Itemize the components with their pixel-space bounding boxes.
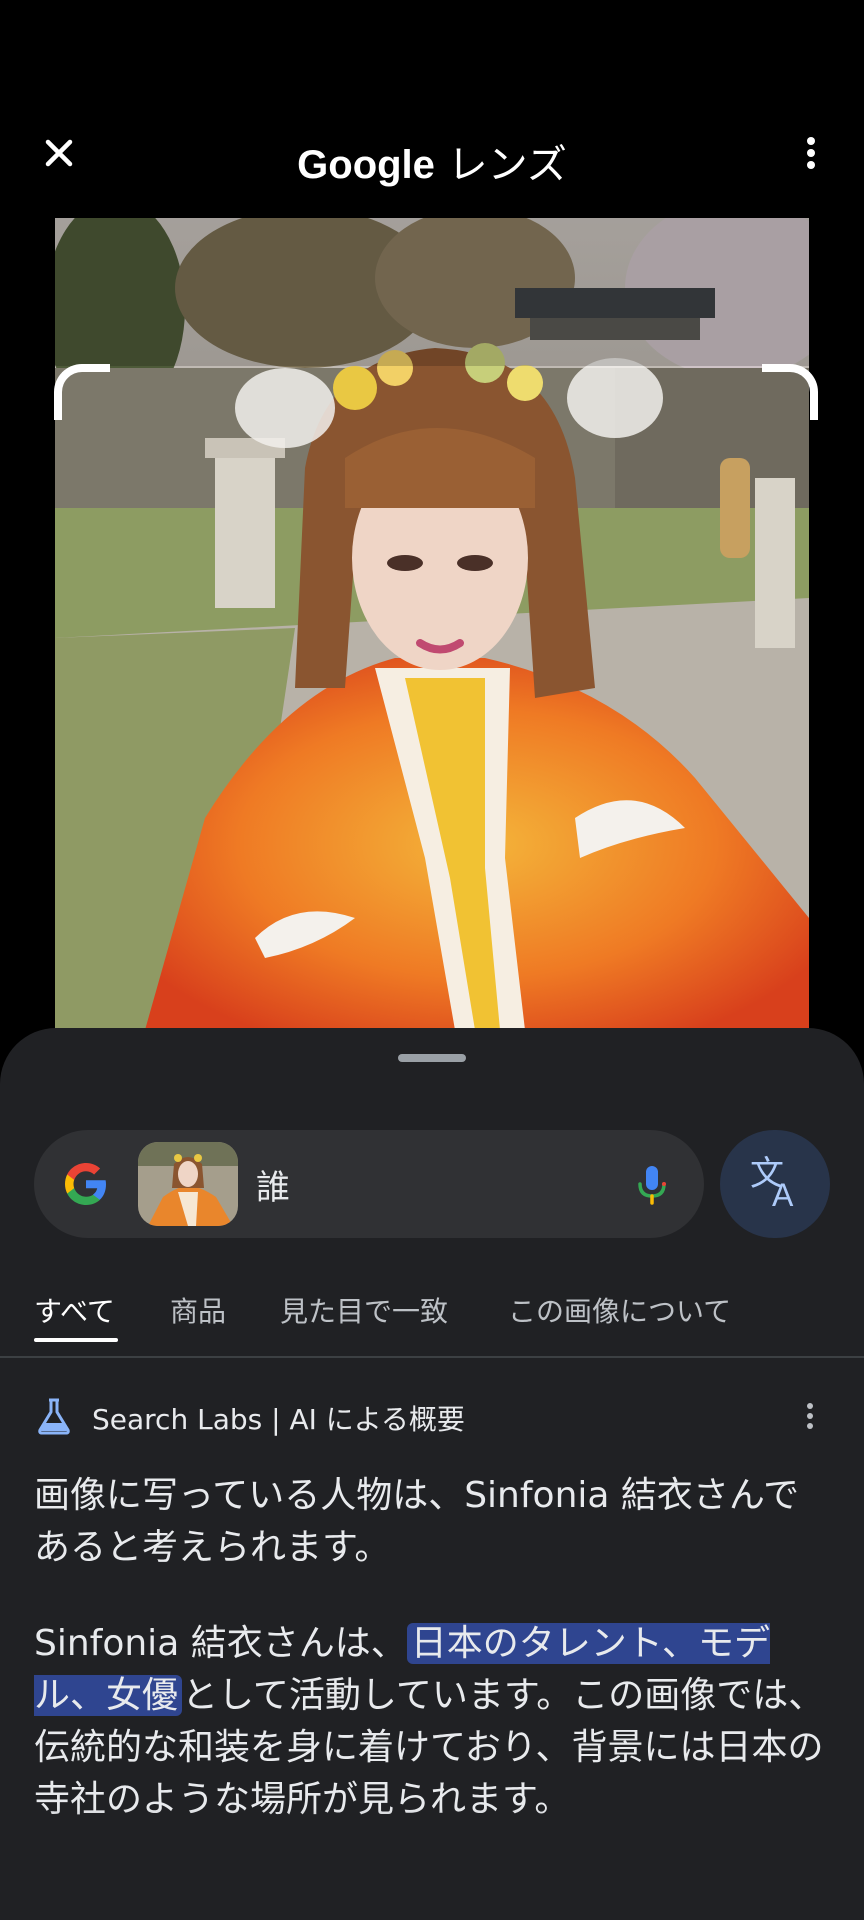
search-bar[interactable]: 誰 bbox=[34, 1130, 704, 1238]
top-bar: Google レンズ bbox=[0, 0, 864, 220]
lens-label: レンズ bbox=[447, 142, 567, 188]
tab-visual-matches[interactable]: 見た目で一致 bbox=[280, 1290, 448, 1330]
result-tabs: すべて 商品 見た目で一致 この画像について bbox=[0, 1276, 864, 1358]
lens-image[interactable] bbox=[55, 218, 809, 1030]
translate-icon: 文 A bbox=[750, 1154, 794, 1213]
tab-products[interactable]: 商品 bbox=[170, 1290, 226, 1330]
paragraph-2-intro: Sinfonia 結衣さんは、 bbox=[34, 1623, 407, 1664]
photo-illustration bbox=[55, 218, 809, 1030]
crop-handle-top-left[interactable] bbox=[54, 364, 110, 420]
thumbnail-image bbox=[138, 1142, 238, 1226]
bottom-fade bbox=[0, 1808, 864, 1920]
more-vert-icon bbox=[807, 137, 815, 169]
search-query-text[interactable]: 誰 bbox=[256, 1160, 290, 1209]
google-brand: Google bbox=[297, 143, 435, 187]
mic-icon bbox=[638, 1166, 666, 1205]
labs-flask-icon bbox=[38, 1398, 70, 1435]
query-image-thumbnail[interactable] bbox=[138, 1142, 238, 1226]
crop-handle-top-right[interactable] bbox=[762, 364, 818, 420]
page-title: Google レンズ bbox=[0, 132, 864, 190]
ai-overview-header: Search Labs | AI による概要 bbox=[34, 1396, 830, 1436]
ai-overview-paragraph-2: Sinfonia 結衣さんは、 日本のタレント、モデル、女優 として活動しています。… bbox=[34, 1618, 834, 1826]
more-vert-icon[interactable] bbox=[790, 1396, 830, 1436]
more-options-button[interactable] bbox=[786, 128, 836, 178]
ai-overview-paragraph-1: 画像に写っている人物は、Sinfonia 結衣さんであると考えられます。 bbox=[34, 1475, 800, 1568]
google-g-icon bbox=[65, 1163, 106, 1205]
results-sheet: 誰 文 A すべて 商品 見た目で一致 この画像について Search Labs… bbox=[0, 1028, 864, 1920]
active-tab-indicator bbox=[34, 1338, 118, 1342]
tab-all[interactable]: すべて bbox=[34, 1290, 115, 1330]
voice-search-button[interactable] bbox=[626, 1158, 678, 1210]
tab-about-this-image[interactable]: この画像について bbox=[508, 1290, 731, 1330]
translate-button[interactable]: 文 A bbox=[720, 1130, 830, 1238]
sheet-drag-handle[interactable] bbox=[398, 1054, 466, 1062]
ai-overview-title: Search Labs | AI による概要 bbox=[92, 1403, 465, 1436]
svg-text:A: A bbox=[772, 1177, 794, 1213]
